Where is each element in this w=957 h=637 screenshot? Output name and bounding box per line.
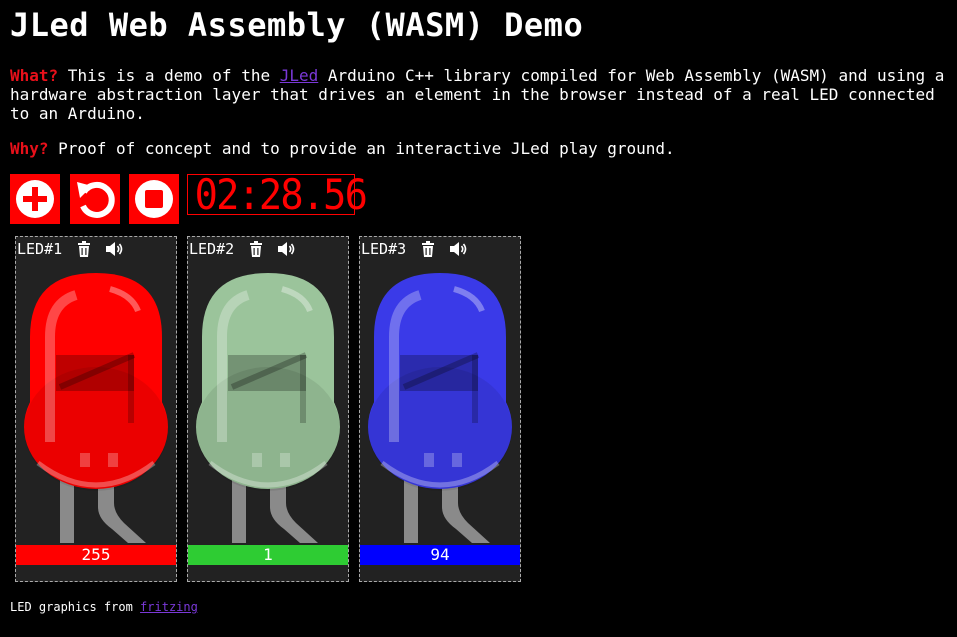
jled-link[interactable]: JLed (280, 66, 319, 85)
led-brightness-value: 255 (81, 545, 111, 564)
stop-icon (135, 180, 173, 218)
footer: LED graphics from fritzing (10, 599, 198, 615)
what-text-pre: This is a demo of the (58, 66, 280, 85)
trash-icon[interactable] (249, 241, 263, 257)
intro-what: What? This is a demo of the JLed Arduino… (10, 66, 955, 123)
stop-button[interactable] (129, 174, 179, 224)
led-card: LED#3 94 (359, 236, 521, 582)
speaker-icon[interactable] (277, 241, 297, 257)
led-brightness-bar: 1 (188, 545, 348, 565)
add-led-button[interactable] (10, 174, 60, 224)
led-brightness-value: 94 (430, 545, 450, 564)
speaker-icon[interactable] (449, 241, 469, 257)
intro-why: Why? Proof of concept and to provide an … (10, 139, 955, 158)
elapsed-clock: 02:28.56 (187, 170, 368, 219)
fritzing-link[interactable]: fritzing (140, 600, 198, 614)
trash-icon[interactable] (421, 241, 435, 257)
plus-circle-icon (16, 180, 54, 218)
led-label: LED#1 (17, 240, 63, 258)
led-card: LED#2 1 (187, 236, 349, 582)
trash-icon[interactable] (77, 241, 91, 257)
led-label: LED#2 (189, 240, 235, 258)
clock-display: 02:28.56 (194, 170, 368, 219)
footer-text: LED graphics from (10, 600, 141, 614)
led-label: LED#3 (361, 240, 407, 258)
led-brightness-bar: 255 (16, 545, 176, 565)
led-bulb-graphic (196, 273, 340, 543)
speaker-icon[interactable] (105, 241, 125, 257)
led-bulb-graphic (24, 273, 168, 543)
page-title: JLed Web Assembly (WASM) Demo (10, 6, 584, 44)
led-bulb-graphic (368, 273, 512, 543)
led-brightness-value: 1 (263, 545, 273, 564)
reset-button[interactable] (70, 174, 120, 224)
why-label: Why? (10, 139, 49, 158)
led-card: LED#1 255 (15, 236, 177, 582)
what-label: What? (10, 66, 59, 85)
led-brightness-bar: 94 (360, 545, 520, 565)
why-text: Proof of concept and to provide an inter… (48, 139, 675, 158)
undo-icon (77, 181, 115, 218)
